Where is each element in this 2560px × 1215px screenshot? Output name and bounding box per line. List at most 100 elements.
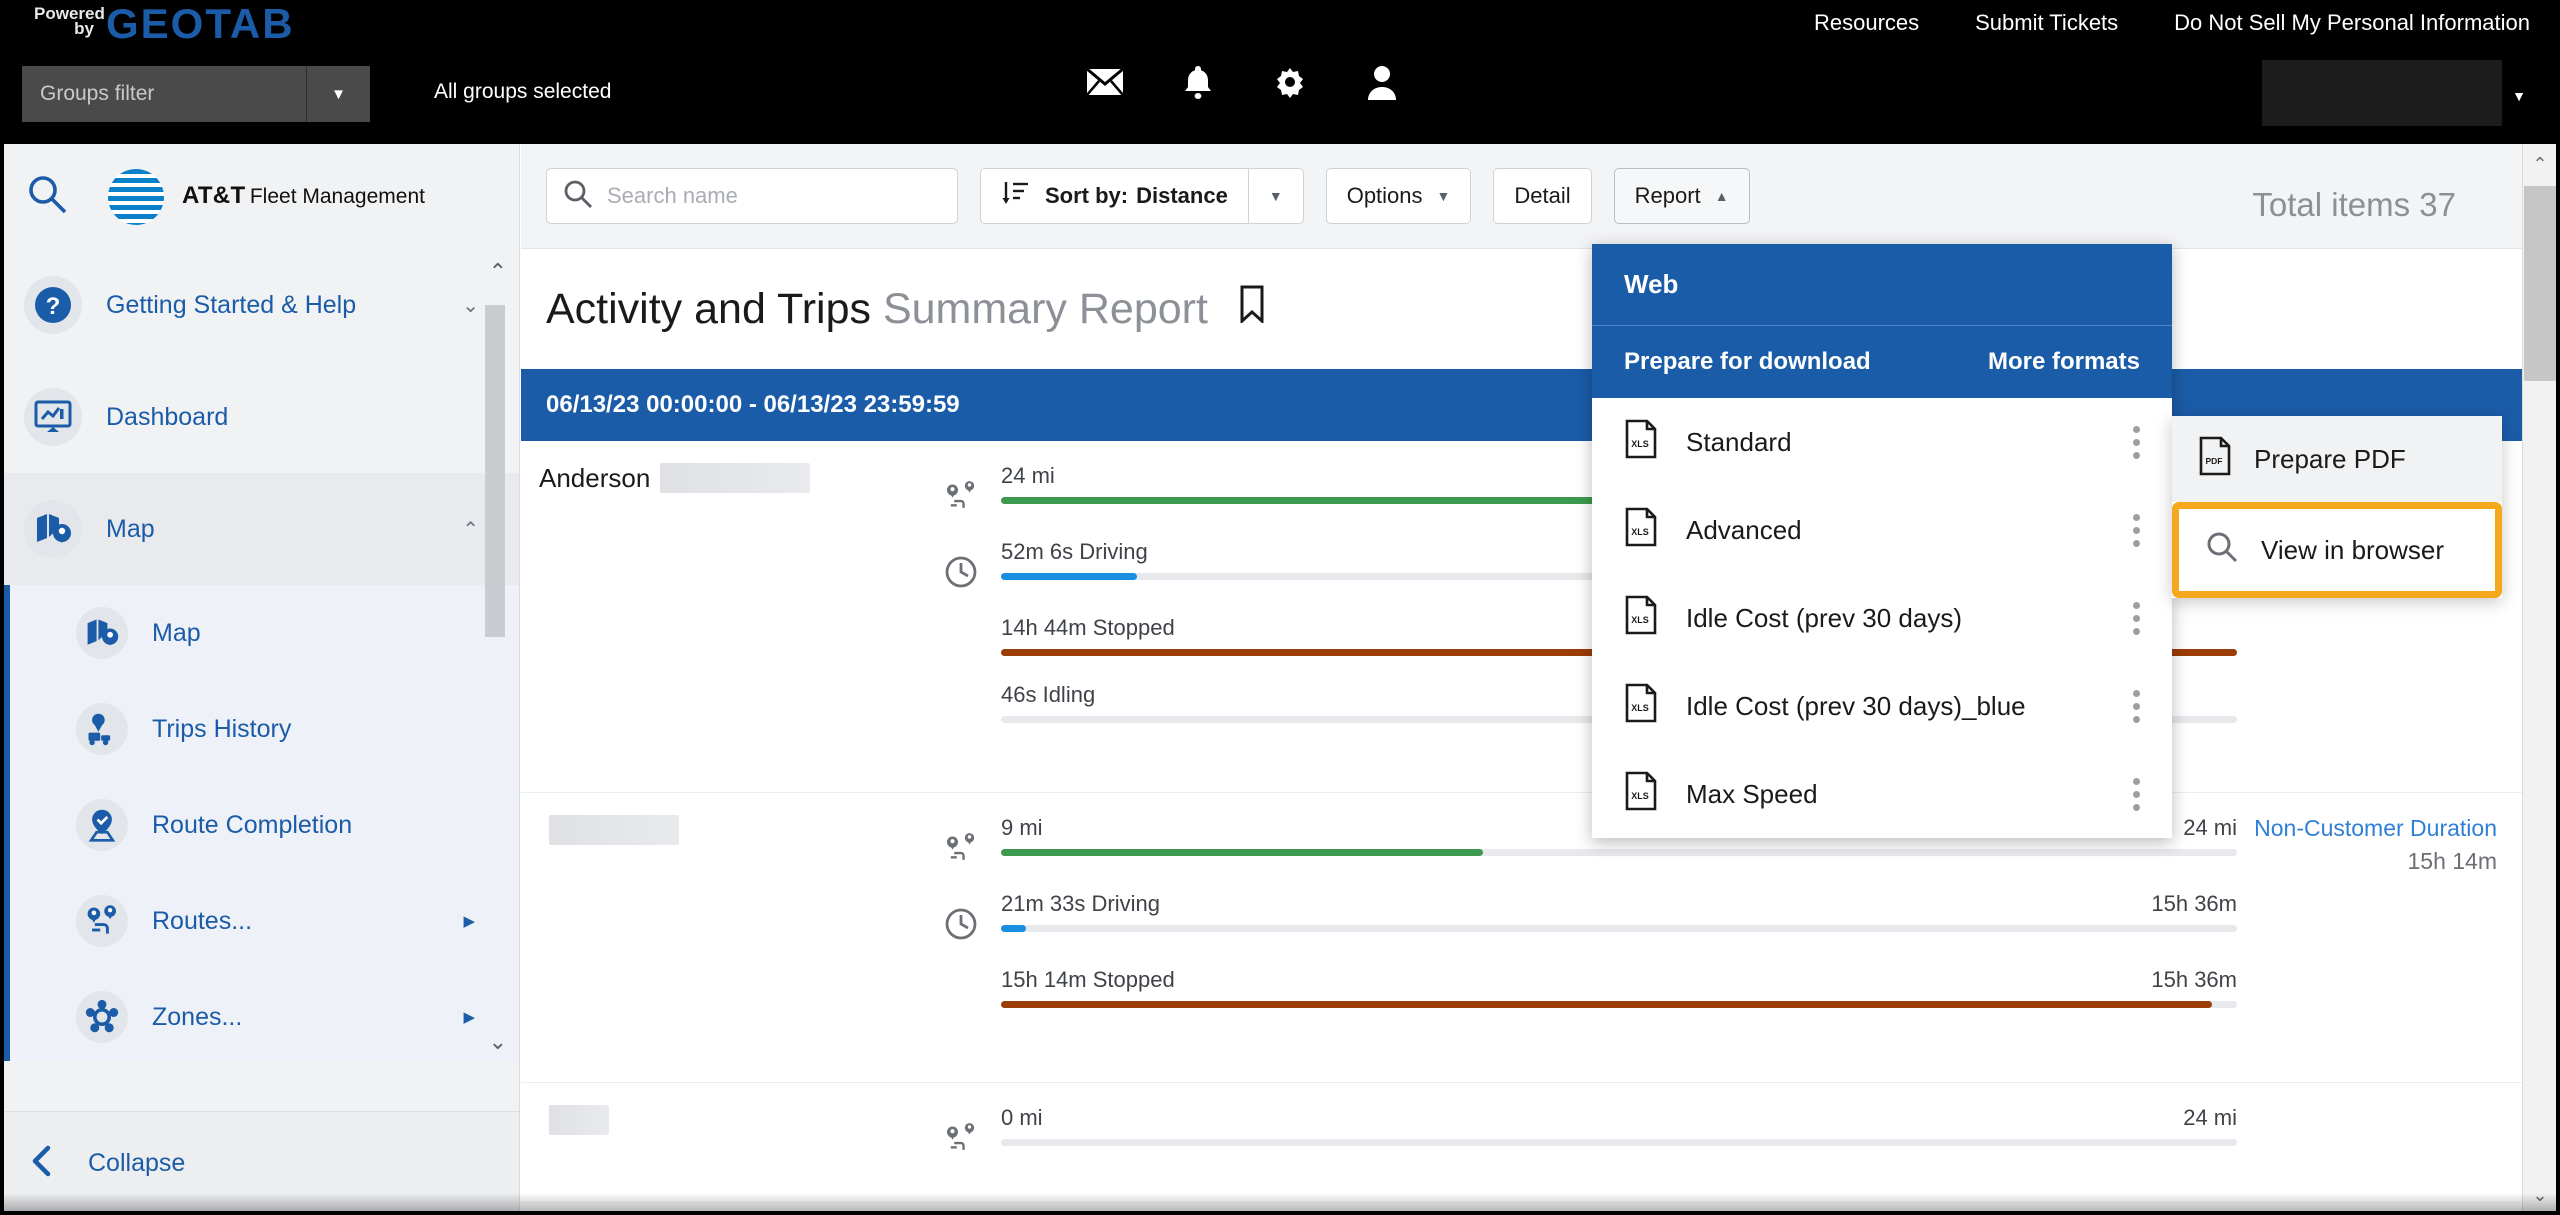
brand-line-2: Fleet Management xyxy=(249,185,425,209)
pdf-file-icon: PDF xyxy=(2198,436,2232,483)
scroll-up-arrow[interactable]: ⌃ xyxy=(2523,144,2556,184)
more-options-icon[interactable] xyxy=(2127,684,2146,729)
sidebar-item-label: Getting Started & Help xyxy=(106,290,357,319)
dropdown-item-idle-cost[interactable]: XLS Idle Cost (prev 30 days) xyxy=(1592,574,2172,662)
page-scrollbar[interactable]: ⌃ ⌄ xyxy=(2522,144,2556,1211)
user-account-chip[interactable] xyxy=(2262,60,2502,126)
sidebar-item-zones[interactable]: Zones... ▶ xyxy=(10,969,519,1061)
top-nav-links: Resources Submit Tickets Do Not Sell My … xyxy=(1814,10,2530,36)
more-options-icon[interactable] xyxy=(2127,420,2146,465)
more-options-icon[interactable] xyxy=(2127,772,2146,817)
arrow-right-icon[interactable]: ▶ xyxy=(463,1008,475,1026)
sidebar-item-getting-started-help[interactable]: ? Getting Started & Help ⌄ xyxy=(4,249,519,361)
att-fleet-management-logo: AT&T Fleet Management xyxy=(108,168,425,225)
row-right-column: Non-Customer Duration 15h 14m xyxy=(2237,815,2537,1056)
sidebar-item-map-group[interactable]: Map ⌃ xyxy=(4,473,519,585)
metric-stopped: 15h 14m Stopped 15h 36m xyxy=(941,967,2237,1008)
sidebar-item-dashboard[interactable]: Dashboard xyxy=(4,361,519,473)
top-icon-group xyxy=(1086,64,1398,100)
dashboard-icon xyxy=(24,388,82,446)
groups-filter-label: Groups filter xyxy=(40,82,155,105)
detail-button[interactable]: Detail xyxy=(1493,168,1592,224)
table-row[interactable]: 0 mi 24 mi xyxy=(521,1083,2537,1203)
sort-by-dropdown-toggle[interactable]: ▼ xyxy=(1247,168,1304,224)
more-options-icon[interactable] xyxy=(2127,508,2146,553)
search-input[interactable] xyxy=(607,183,907,209)
report-button[interactable]: Report ▲ xyxy=(1613,168,1750,224)
gear-icon[interactable] xyxy=(1272,64,1308,100)
view-in-browser-button[interactable]: View in browser xyxy=(2172,502,2502,598)
metric-label: 15h 14m Stopped xyxy=(1001,967,1175,992)
dropdown-item-idle-cost-blue[interactable]: XLS Idle Cost (prev 30 days)_blue xyxy=(1592,662,2172,750)
svg-text:XLS: XLS xyxy=(1631,703,1649,713)
main-content: Sort by: Distance ▼ Options ▼ Detail Repo… xyxy=(521,144,2537,1211)
groups-filter-dropdown[interactable]: Groups filter ▼ xyxy=(22,66,370,122)
nav-link-resources[interactable]: Resources xyxy=(1814,10,1919,36)
row-driver-name xyxy=(521,1105,941,1176)
chevron-left-icon xyxy=(28,1143,58,1184)
search-input-wrapper[interactable] xyxy=(546,168,958,224)
dropdown-web-option[interactable]: Web xyxy=(1592,244,2172,326)
metric-label: 24 mi xyxy=(1001,463,1055,488)
more-options-icon[interactable] xyxy=(2127,596,2146,641)
route-pin-icon xyxy=(941,463,981,513)
metric-label: 0 mi xyxy=(1001,1105,1043,1130)
dropdown-item-label: Standard xyxy=(1686,426,1792,457)
nav-link-submit-tickets[interactable]: Submit Tickets xyxy=(1975,10,2118,36)
geotab-logo: Powered by GEOTAB xyxy=(34,4,414,48)
report-dropdown-menu: Web Prepare for download More formats XL… xyxy=(1592,244,2172,838)
bell-icon[interactable] xyxy=(1182,64,1214,100)
sidebar-scroll-up-arrow[interactable]: ⌃ xyxy=(489,259,507,285)
sidebar-scrollbar-thumb[interactable] xyxy=(485,305,505,637)
sidebar-item-routes[interactable]: Routes... ▶ xyxy=(10,873,519,969)
chevron-down-icon[interactable]: ⌄ xyxy=(462,293,479,318)
progress-bar xyxy=(1001,1139,2237,1146)
user-icon[interactable] xyxy=(1366,64,1398,100)
chevron-down-icon[interactable]: ▼ xyxy=(2512,88,2526,104)
sidebar-item-label: Trips History xyxy=(152,714,292,743)
dropdown-item-standard[interactable]: XLS Standard xyxy=(1592,398,2172,486)
options-button[interactable]: Options ▼ xyxy=(1325,168,1472,224)
report-title-primary: Activity and Trips xyxy=(546,284,871,333)
sidebar-item-trips-history[interactable]: Trips History xyxy=(10,681,519,777)
sidebar-item-label: Map xyxy=(152,618,201,647)
chevron-down-icon: ▼ xyxy=(1268,188,1283,204)
trips-history-icon xyxy=(76,703,128,755)
page-title: Activity and Trips Summary Report xyxy=(546,285,1266,334)
sidebar-item-label: Zones... xyxy=(152,1002,243,1031)
non-customer-duration-value: 15h 14m xyxy=(2407,848,2497,874)
svg-text:XLS: XLS xyxy=(1631,527,1649,537)
search-icon xyxy=(2205,530,2239,571)
map-icon xyxy=(76,607,128,659)
sidebar-item-map[interactable]: Map xyxy=(10,585,519,681)
dropdown-item-max-speed[interactable]: XLS Max Speed xyxy=(1592,750,2172,838)
svg-text:?: ? xyxy=(46,293,61,320)
nav-link-do-not-sell[interactable]: Do Not Sell My Personal Information xyxy=(2174,10,2530,36)
sidebar-item-route-completion[interactable]: Route Completion ▶ xyxy=(10,777,519,873)
report-title-secondary: Summary Report xyxy=(882,284,1208,333)
progress-bar xyxy=(1001,1001,2237,1008)
sidebar-collapse-button[interactable]: Collapse xyxy=(4,1111,519,1211)
more-formats-panel: PDF Prepare PDF View in browser xyxy=(2172,416,2502,598)
scroll-down-arrow[interactable]: ⌄ xyxy=(2523,1175,2556,1211)
date-range-text: 06/13/23 00:00:00 - 06/13/23 23:59:59 xyxy=(546,391,960,418)
sort-by-button[interactable]: Sort by: Distance xyxy=(980,168,1248,224)
mail-icon[interactable] xyxy=(1086,68,1124,96)
dropdown-item-advanced[interactable]: XLS Advanced xyxy=(1592,486,2172,574)
search-icon[interactable] xyxy=(26,173,68,220)
report-toolbar: Sort by: Distance ▼ Options ▼ Detail Repo… xyxy=(521,144,2537,249)
brand-line-1: AT&T xyxy=(182,182,246,210)
chevron-down-icon[interactable]: ▼ xyxy=(306,66,370,122)
chevron-up-icon[interactable]: ⌃ xyxy=(462,517,479,542)
metric-right-value: 24 mi xyxy=(2183,815,2237,840)
more-formats-link[interactable]: More formats xyxy=(1988,348,2140,376)
collapse-label: Collapse xyxy=(88,1149,186,1177)
bookmark-icon[interactable] xyxy=(1238,285,1266,333)
arrow-right-icon[interactable]: ▶ xyxy=(463,912,475,930)
table-row[interactable]: 9 mi 24 mi 21m 33s Driving 15h 36m 15h 1… xyxy=(521,793,2537,1083)
sidebar-scroll-down-arrow[interactable]: ⌄ xyxy=(489,1029,507,1055)
sidebar-header: AT&T Fleet Management xyxy=(4,144,519,249)
zones-icon xyxy=(76,991,128,1043)
scrollbar-thumb[interactable] xyxy=(2524,186,2556,381)
prepare-pdf-button[interactable]: PDF Prepare PDF xyxy=(2172,416,2502,502)
